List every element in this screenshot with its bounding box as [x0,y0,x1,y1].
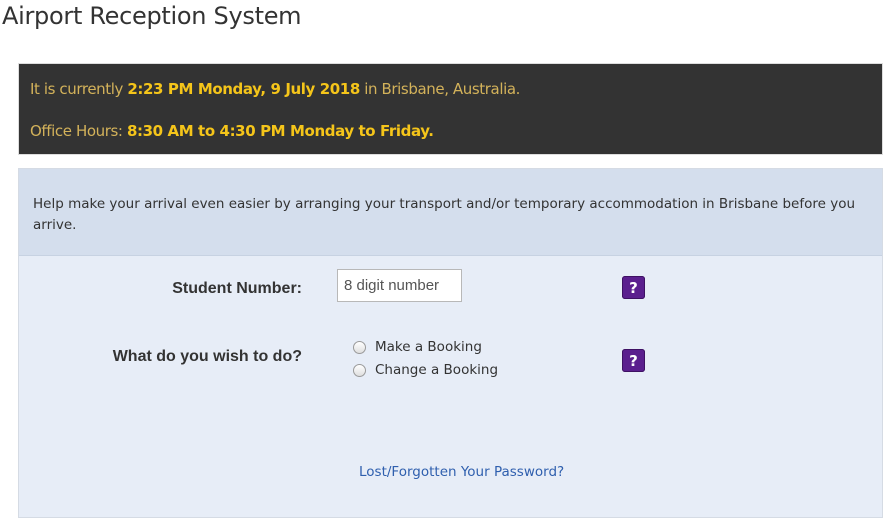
status-banner: It is currently 2:23 PM Monday, 9 July 2… [18,63,883,155]
intro-text: Help make your arrival even easier by ar… [33,196,856,233]
office-hours-value: 8:30 AM to 4:30 PM Monday to Friday. [126,122,434,140]
make-booking-radio-icon[interactable] [353,340,366,354]
change-booking-label[interactable]: Change a Booking [375,362,498,378]
current-location: in Brisbane, Australia. [359,80,521,98]
student-number-input[interactable] [337,269,462,302]
current-datetime: 2:23 PM Monday, 9 July 2018 [127,80,360,98]
lost-password-link[interactable]: Lost/Forgotten Your Password? [359,464,564,480]
action-help-icon[interactable]: ? [622,349,645,372]
action-label: What do you wish to do? [112,348,302,365]
office-hours-prefix: Office Hours: [30,122,127,140]
page-title: Airport Reception System [2,2,302,30]
student-number-label: Student Number: [172,280,302,297]
panel-header: Help make your arrival even easier by ar… [19,169,882,256]
make-booking-option[interactable]: Make a Booking [353,339,482,355]
change-booking-radio-icon[interactable] [353,363,366,377]
student-number-help-icon[interactable]: ? [622,276,645,299]
change-booking-option[interactable]: Change a Booking [353,362,498,378]
make-booking-label[interactable]: Make a Booking [375,339,482,355]
office-hours-line: Office Hours: 8:30 AM to 4:30 PM Monday … [30,122,434,140]
current-time-line: It is currently 2:23 PM Monday, 9 July 2… [30,80,520,98]
booking-panel: Help make your arrival even easier by ar… [18,168,883,518]
current-time-prefix: It is currently [30,80,128,98]
